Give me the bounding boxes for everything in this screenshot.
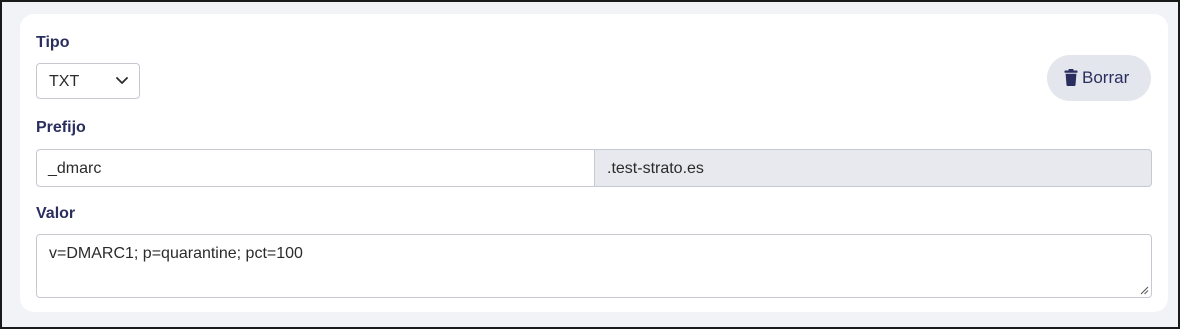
dns-record-card: Tipo TXT Borrar Prefijo _dmarc .test-str…	[20, 14, 1168, 312]
tipo-selected-value: TXT	[49, 73, 80, 90]
prefix-input[interactable]: _dmarc	[36, 149, 594, 187]
resize-grip-icon[interactable]	[1139, 285, 1149, 295]
domain-suffix-text: .test-strato.es	[607, 160, 704, 177]
delete-button-label: Borrar	[1082, 68, 1130, 87]
tipo-select[interactable]: TXT	[36, 63, 140, 99]
tipo-label: Tipo	[36, 34, 70, 51]
chevron-down-icon	[116, 77, 128, 84]
valor-label: Valor	[36, 205, 76, 222]
value-textarea[interactable]: v=DMARC1; p=quarantine; pct=100	[36, 234, 1152, 298]
prefijo-label: Prefijo	[36, 119, 86, 136]
window-frame: Tipo TXT Borrar Prefijo _dmarc .test-str…	[0, 0, 1180, 329]
domain-suffix: .test-strato.es	[594, 149, 1152, 187]
trash-icon	[1064, 69, 1078, 86]
prefix-input-value: _dmarc	[48, 160, 102, 177]
delete-button[interactable]: Borrar	[1047, 55, 1151, 101]
value-textarea-text: v=DMARC1; p=quarantine; pct=100	[49, 245, 303, 262]
